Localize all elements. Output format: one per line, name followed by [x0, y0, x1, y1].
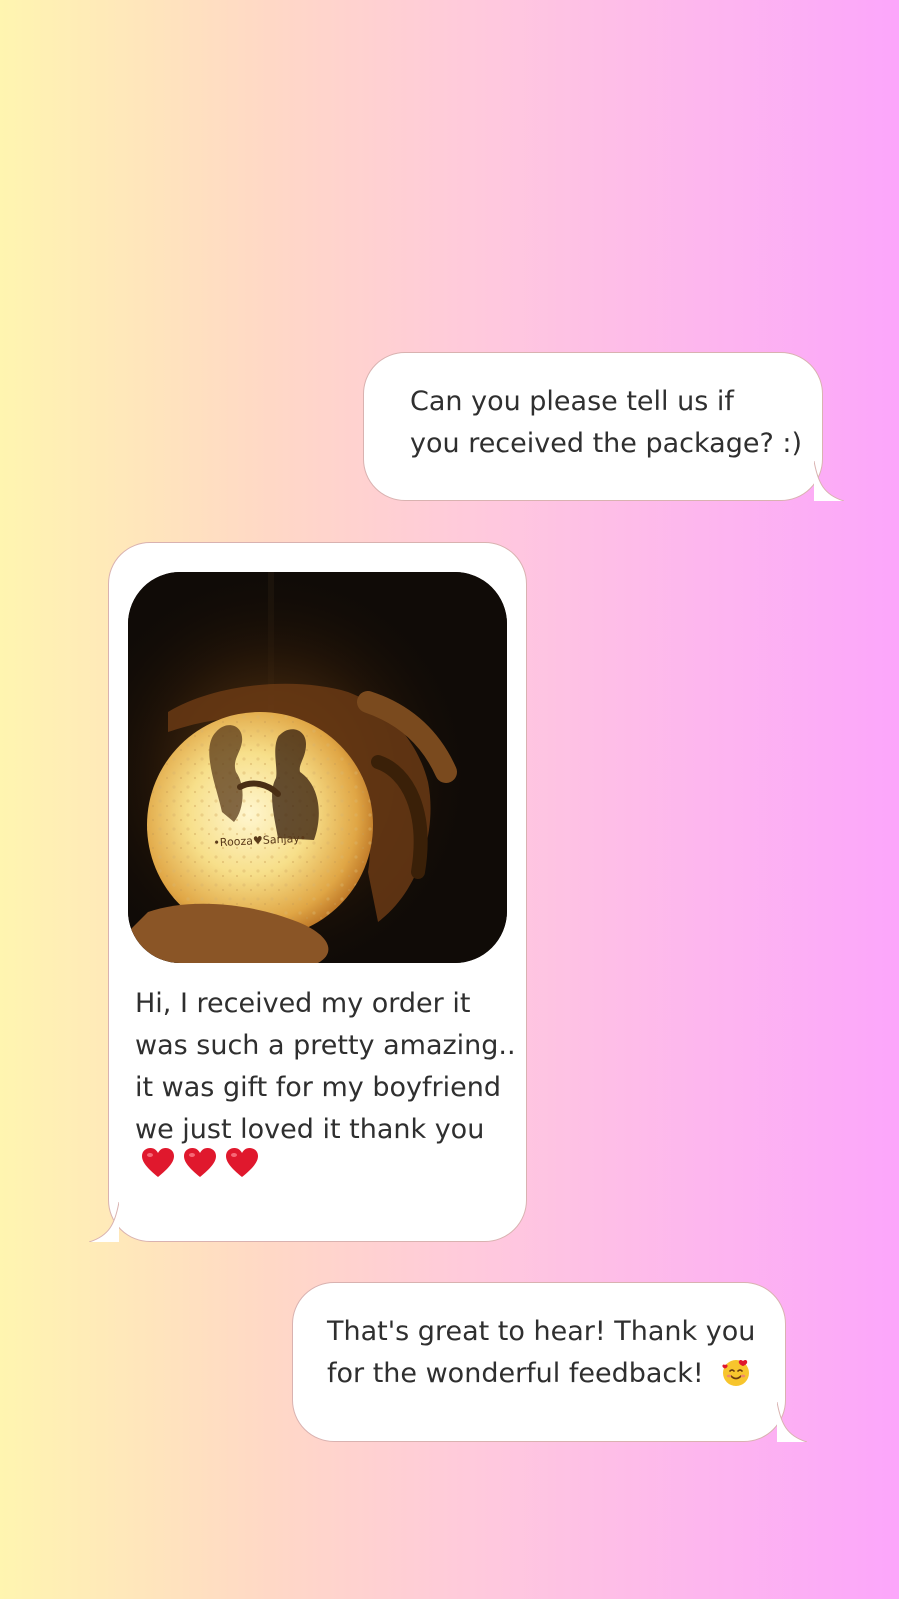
bubble-tail [89, 1202, 119, 1242]
heart-emoji [142, 1148, 174, 1177]
message-text-line: we just loved it thank you [135, 1114, 485, 1145]
message-text-line: Hi, I received my order it [135, 988, 471, 1019]
message-bubble-outgoing[interactable]: That's great to hear! Thank you for the … [292, 1282, 807, 1442]
message-text-line: you received the package? :) [410, 428, 803, 459]
smiling-face-with-hearts-emoji [722, 1359, 750, 1386]
message-text-line-content: for the wonderful feedback! [327, 1358, 704, 1389]
message-text-line: Can you please tell us if [410, 386, 734, 417]
bubble-tail [777, 1402, 807, 1442]
moon-lamp-image: •Rooza♥Sanjay• [128, 572, 507, 963]
message-text-line: it was gift for my boyfriend [135, 1072, 501, 1103]
heart-emoji [226, 1148, 258, 1177]
heart-emoji [184, 1148, 216, 1177]
message-text-line: for the wonderful feedback! [327, 1353, 755, 1395]
bubble-tail [814, 461, 844, 501]
moon-lamp-photo[interactable]: •Rooza♥Sanjay• [128, 572, 507, 963]
message-text-line: was such a pretty amazing.. [135, 1030, 516, 1061]
message-text: Hi, I received my order it was such a pr… [135, 983, 516, 1151]
heart-emoji-row [141, 1147, 259, 1179]
message-bubble-outgoing[interactable]: Can you please tell us if you received t… [363, 352, 844, 501]
message-bubble-incoming[interactable]: •Rooza♥Sanjay• Hi, I received my order i… [89, 542, 527, 1242]
message-text-line: That's great to hear! Thank you [327, 1316, 756, 1347]
